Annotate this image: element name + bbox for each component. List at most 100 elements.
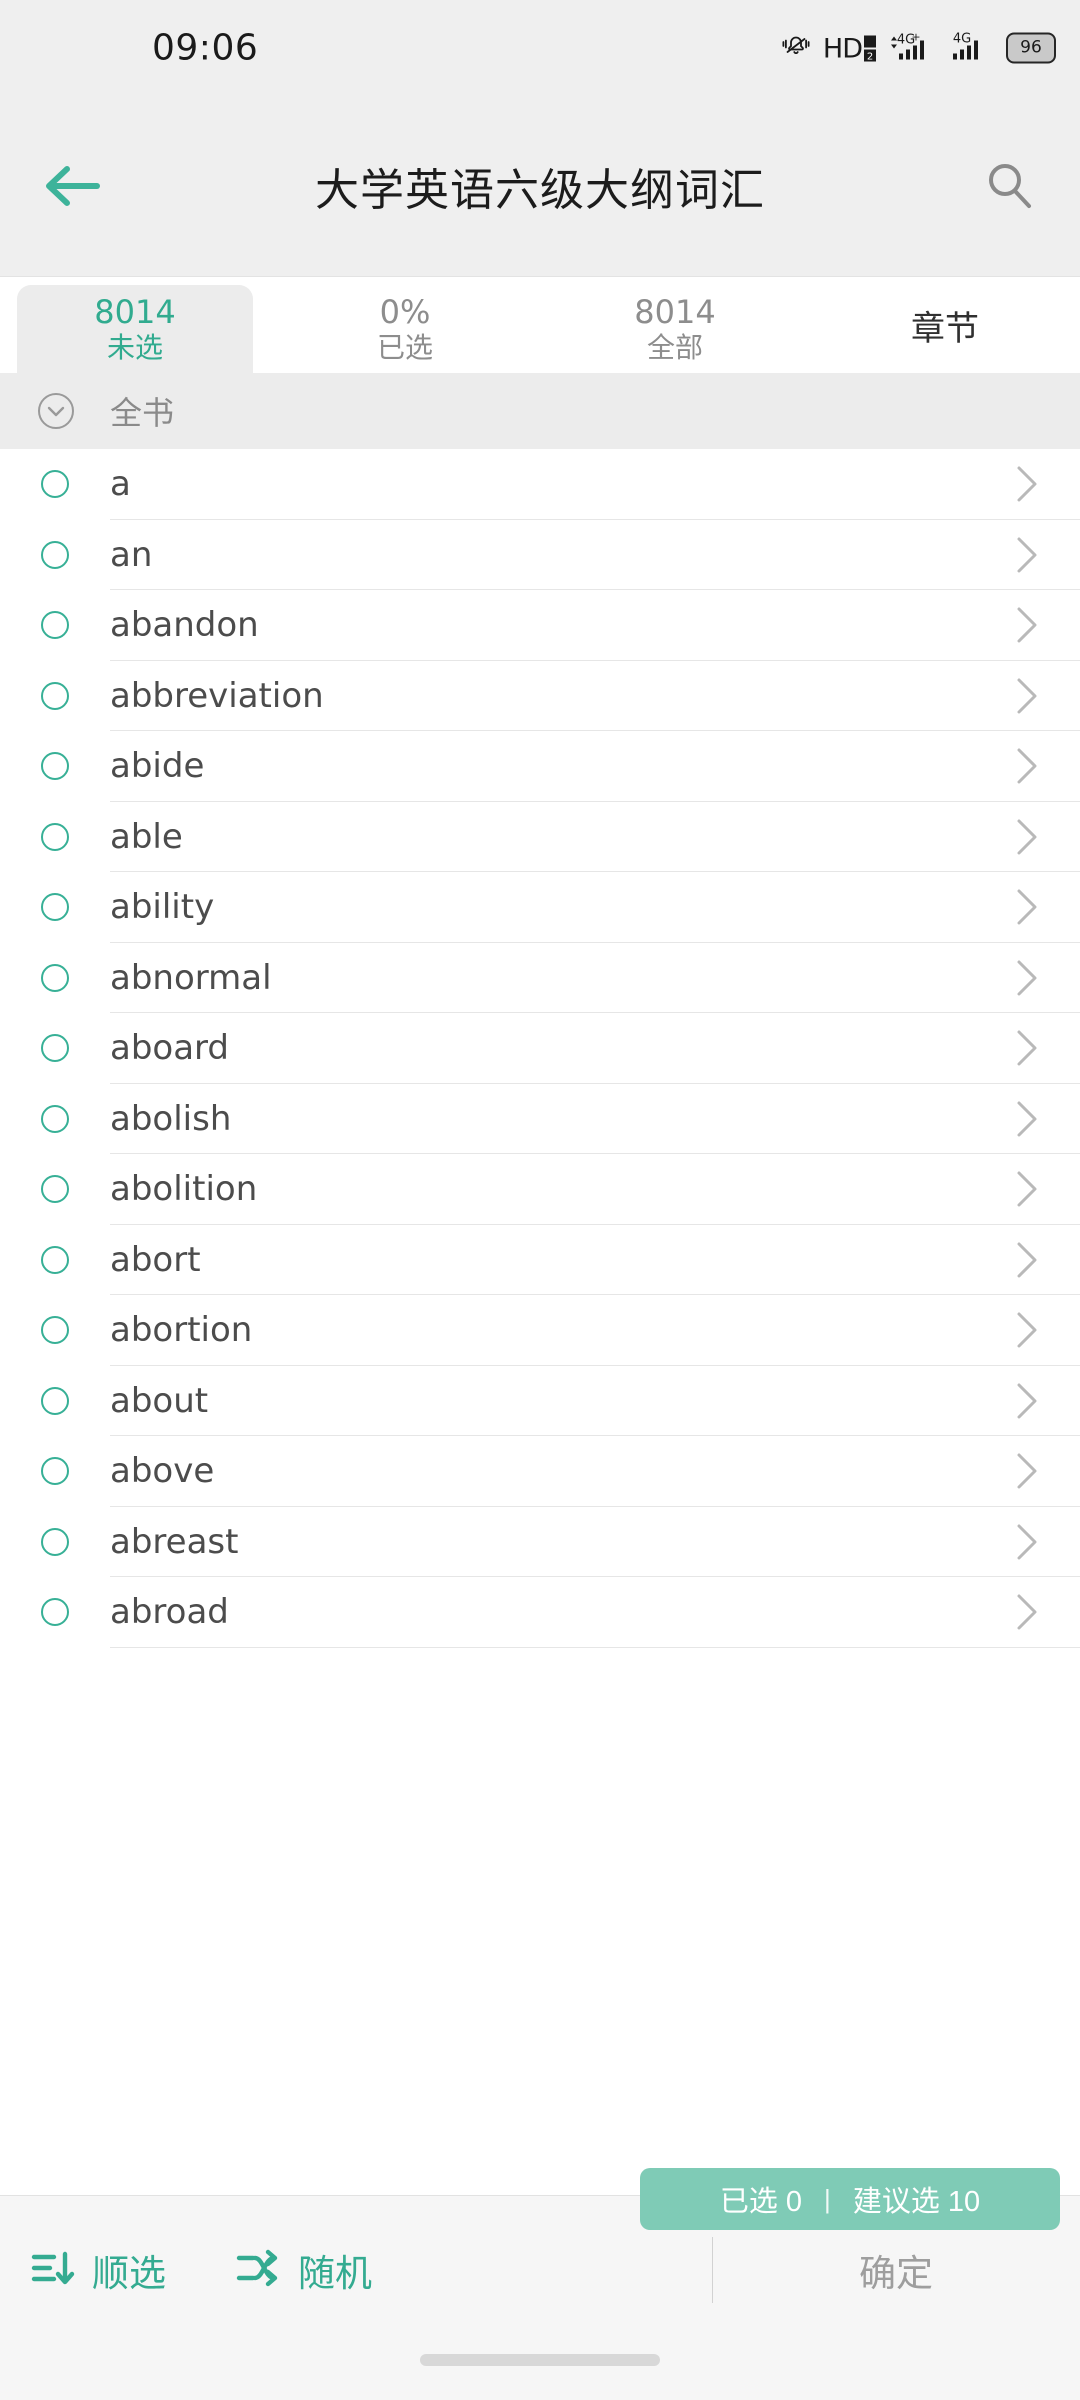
word-label: abandon [110,605,259,646]
page-title: 大学英语六级大纲词汇 [315,166,765,215]
tab-chapters[interactable]: 章节 [810,285,1080,373]
title-bar: 大学英语六级大纲词汇 [0,96,1080,277]
word-checkbox[interactable] [41,1316,69,1345]
word-label: aboard [110,1028,230,1069]
chevron-right-icon[interactable] [1010,1383,1044,1419]
back-button[interactable] [26,140,118,232]
word-label: above [110,1451,215,1492]
battery-icon: 96 [1006,32,1056,64]
search-icon [989,164,1031,208]
vibrate-icon [780,31,812,66]
list-item[interactable]: able [0,801,1080,872]
list-item[interactable]: abnormal [0,942,1080,1013]
random-select-button[interactable]: 随机 [236,2243,372,2297]
word-label: a [110,464,131,505]
tab-value: 8014 [94,293,176,332]
pill-separator: | [824,2183,831,2214]
svg-text:2: 2 [867,51,873,62]
word-label: an [110,534,153,575]
word-checkbox[interactable] [41,540,69,569]
word-label: abolish [110,1098,232,1139]
word-checkbox[interactable] [41,963,69,992]
word-checkbox[interactable] [41,1598,69,1627]
tab-unselected-count[interactable]: 8014 未选 [0,285,270,373]
hd-label: HD [822,33,863,64]
status-time: 09:06 [152,27,259,69]
list-item[interactable]: abolition [0,1154,1080,1225]
word-checkbox[interactable] [41,1175,69,1204]
tab-all-count[interactable]: 8014 全部 [540,285,810,373]
word-label: abolition [110,1169,258,1210]
word-checkbox[interactable] [41,1457,69,1486]
chevron-down-circle-icon[interactable] [18,391,94,431]
word-checkbox[interactable] [41,681,69,710]
list-item[interactable]: abreast [0,1506,1080,1577]
chevron-right-icon[interactable] [1010,960,1044,996]
chevron-right-icon[interactable] [1010,1101,1044,1137]
word-checkbox[interactable] [41,470,69,499]
selection-summary-pill[interactable]: 已选 0 | 建议选 10 [640,2168,1060,2230]
word-label: abide [110,746,205,787]
list-item[interactable]: abroad [0,1577,1080,1648]
search-button[interactable] [970,146,1050,226]
word-checkbox[interactable] [41,1386,69,1415]
word-label: about [110,1380,209,1421]
section-title: 全书 [110,395,175,431]
tab-selected-percent[interactable]: 0% 已选 [270,285,540,373]
chevron-right-icon[interactable] [1010,1030,1044,1066]
tab-label: 未选 [106,331,163,363]
chevron-right-icon[interactable] [1010,889,1044,925]
chevron-right-icon[interactable] [1010,1312,1044,1348]
word-list[interactable]: a an abandon abbreviation abide able abi… [0,449,1080,2195]
signal-4g-plus-icon: 4G + [888,30,940,67]
hd-voice-icon: HD 2 [823,34,877,62]
word-checkbox[interactable] [41,611,69,640]
suggested-count-label: 建议选 10 [852,2186,981,2218]
chevron-right-icon[interactable] [1010,466,1044,502]
chevron-right-icon[interactable] [1010,748,1044,784]
arrow-left-icon [46,166,100,206]
word-checkbox[interactable] [41,822,69,851]
chevron-right-icon[interactable] [1010,1594,1044,1630]
word-label: abroad [110,1592,229,1633]
word-checkbox[interactable] [41,1245,69,1274]
list-item[interactable]: abortion [0,1295,1080,1366]
chevron-right-icon[interactable] [1010,1242,1044,1278]
word-checkbox[interactable] [41,1104,69,1133]
list-item[interactable]: abort [0,1224,1080,1295]
list-item[interactable]: about [0,1365,1080,1436]
word-checkbox[interactable] [41,1527,69,1556]
chevron-right-icon[interactable] [1010,1171,1044,1207]
chevron-right-icon[interactable] [1010,1453,1044,1489]
word-checkbox[interactable] [41,893,69,922]
chevron-right-icon[interactable] [1010,607,1044,643]
word-label: ability [110,887,215,928]
system-nav-bar [0,2344,1080,2400]
tab-label: 全部 [646,331,703,363]
chevron-right-icon[interactable] [1010,537,1044,573]
section-header-whole-book[interactable]: 全书 [0,373,1080,449]
word-label: abbreviation [110,675,324,716]
tab-label: 章节 [911,309,979,348]
list-item[interactable]: abide [0,731,1080,802]
list-item[interactable]: aboard [0,1013,1080,1084]
chevron-right-icon[interactable] [1010,819,1044,855]
shuffle-icon [236,2245,282,2296]
chevron-right-icon[interactable] [1010,1524,1044,1560]
word-checkbox[interactable] [41,1034,69,1063]
battery-percent: 96 [1020,37,1042,58]
svg-text:4G: 4G [953,32,971,47]
sort-descending-icon [30,2245,76,2296]
list-item[interactable]: above [0,1436,1080,1507]
list-item[interactable]: abbreviation [0,660,1080,731]
list-item[interactable]: ability [0,872,1080,943]
list-item[interactable]: an [0,519,1080,590]
list-item[interactable]: abolish [0,1083,1080,1154]
home-indicator[interactable] [420,2354,660,2366]
word-checkbox[interactable] [41,752,69,781]
sort-select-button[interactable]: 顺选 [30,2243,166,2297]
word-label: abnormal [110,957,272,998]
list-item[interactable]: abandon [0,590,1080,661]
chevron-right-icon[interactable] [1010,678,1044,714]
list-item[interactable]: a [0,449,1080,520]
